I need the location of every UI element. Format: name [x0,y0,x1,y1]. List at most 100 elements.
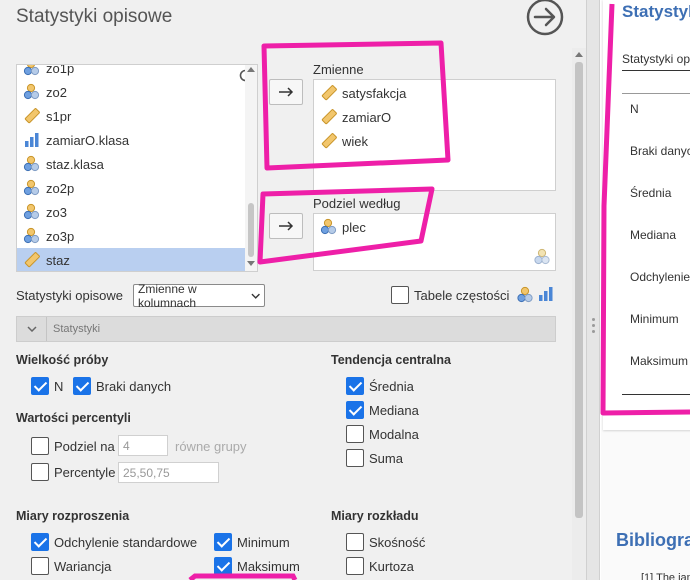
max-checkbox[interactable] [214,557,232,575]
variable-label: zo3p [46,228,75,244]
kurtosis-checkbox[interactable] [346,557,364,575]
scroll-down-icon[interactable] [247,261,255,267]
continuous-icon [321,133,337,149]
variable-list-item[interactable]: staz [17,248,247,271]
results-row: Mediana [630,228,677,242]
mode-label: Modalna [369,427,419,442]
results-panel: Statystyki opisowe Statystyki opisowe N … [601,0,690,580]
variable-list[interactable]: staz zo3p zo3 zo2p staz.klasa zamiarO.klasa s1… [16,64,258,272]
dispersion-heading: Miary rozproszenia [16,509,130,523]
split-into-checkbox[interactable] [31,437,49,455]
nominal-icon [23,65,40,76]
variable-label: zamiarO.klasa [46,132,130,148]
split-target-label: Podziel według [313,196,401,211]
panel-splitter[interactable] [586,0,600,580]
arrow-right-icon [279,221,294,231]
variables-target-box[interactable]: satysfakcja zamiarO wiek [313,79,556,191]
results-title: Statystyki opisowe [622,2,690,21]
nominal-icon [517,286,533,303]
target-variable[interactable]: wiek [320,130,368,152]
percentiles-label: Percentyle [54,465,116,480]
missing-checkbox[interactable] [73,377,91,395]
move-to-variables-button[interactable] [269,79,303,105]
results-row: Średnia [630,186,672,200]
sum-label: Suma [369,451,403,466]
variable-list-item[interactable]: s1pr [17,104,247,128]
n-checkbox[interactable] [31,377,49,395]
split-variable-label: plec [342,219,366,235]
target-variable[interactable]: zamiarO [320,106,391,128]
nominal-icon [23,155,40,172]
sd-label: Odchylenie standardowe [54,535,198,550]
max-label: Maksimum [237,559,300,574]
nominal-icon [23,83,40,100]
results-row: N [630,102,639,116]
variable-list-item[interactable]: zo1p [17,65,247,80]
nominal-icon [23,203,40,220]
continuous-icon [24,252,40,268]
target-variable-label: zamiarO [342,109,392,125]
reference-text: The jamovi [656,572,690,580]
sd-checkbox[interactable] [31,533,49,551]
layout-select-value: Zmienne w kolumnach [138,281,197,310]
reference-item: [1] The jamovi [641,572,690,580]
scroll-up-icon[interactable] [575,52,583,57]
scrollbar-thumb[interactable] [248,203,254,257]
splitter-grip-icon[interactable] [592,318,595,336]
scrollbar-thumb[interactable] [575,62,583,518]
split-variable[interactable]: plec [320,216,366,238]
median-checkbox[interactable] [346,401,364,419]
statistics-section-header[interactable]: Statystyki [16,316,556,342]
variable-label: zo2 [46,84,67,100]
variable-label: zo2p [46,180,75,196]
variable-list-scrollbar[interactable] [245,65,257,271]
freq-tables-checkbox[interactable] [391,286,409,304]
nominal-icon [320,218,337,235]
move-to-split-button[interactable] [269,213,303,239]
scroll-up-icon[interactable] [247,67,255,73]
distribution-heading: Miary rozkładu [331,509,419,523]
min-label: Minimum [237,535,290,550]
page-title: Statystyki opisowe [16,6,173,27]
variable-list-item[interactable]: zo3p [17,224,247,248]
variable-list-item[interactable]: zo2 [17,80,247,104]
nominal-type-icon [534,248,550,265]
min-checkbox[interactable] [214,533,232,551]
variable-list-item[interactable]: staz.klasa [17,152,247,176]
layout-select[interactable]: Zmienne w kolumnach [133,281,265,310]
variable-list-item[interactable]: zo3 [17,200,247,224]
results-row: Braki danych [630,144,690,158]
variable-label: zo3 [46,204,67,220]
target-variable[interactable]: satysfakcja [320,82,406,104]
chevron-down-icon [251,293,260,299]
results-table-title: Statystyki opisowe [622,52,690,66]
options-scrollbar[interactable] [572,48,586,580]
table-rule [622,93,690,94]
percentiles-checkbox[interactable] [31,463,49,481]
mean-checkbox[interactable] [346,377,364,395]
kurtosis-label: Kurtoza [369,559,414,574]
sum-checkbox[interactable] [346,449,364,467]
variable-label: staz [46,252,70,268]
variance-checkbox[interactable] [31,557,49,575]
results-row: Maksimum [630,354,689,368]
collapse-chevron[interactable] [17,317,47,341]
nominal-icon [23,179,40,196]
run-arrow-icon[interactable] [525,0,565,36]
variable-label: staz.klasa [46,156,104,172]
mode-checkbox[interactable] [346,425,364,443]
reference-number: [1] [641,572,654,580]
split-into-field[interactable]: 4 [118,435,168,456]
variable-list-item[interactable]: zamiarO.klasa [17,128,247,152]
percentiles-field[interactable]: 25,50,75 [118,462,219,483]
nominal-icon [23,227,40,244]
variable-label: s1pr [46,108,72,124]
split-target-box[interactable]: plec [313,213,556,271]
sample-size-heading: Wielkość próby [16,353,109,367]
chevron-down-icon [26,326,37,332]
variable-list-item[interactable]: zo2p [17,176,247,200]
variance-label: Wariancja [54,559,112,574]
mean-label: Średnia [369,379,414,394]
missing-label: Braki danych [96,379,172,394]
skewness-checkbox[interactable] [346,533,364,551]
